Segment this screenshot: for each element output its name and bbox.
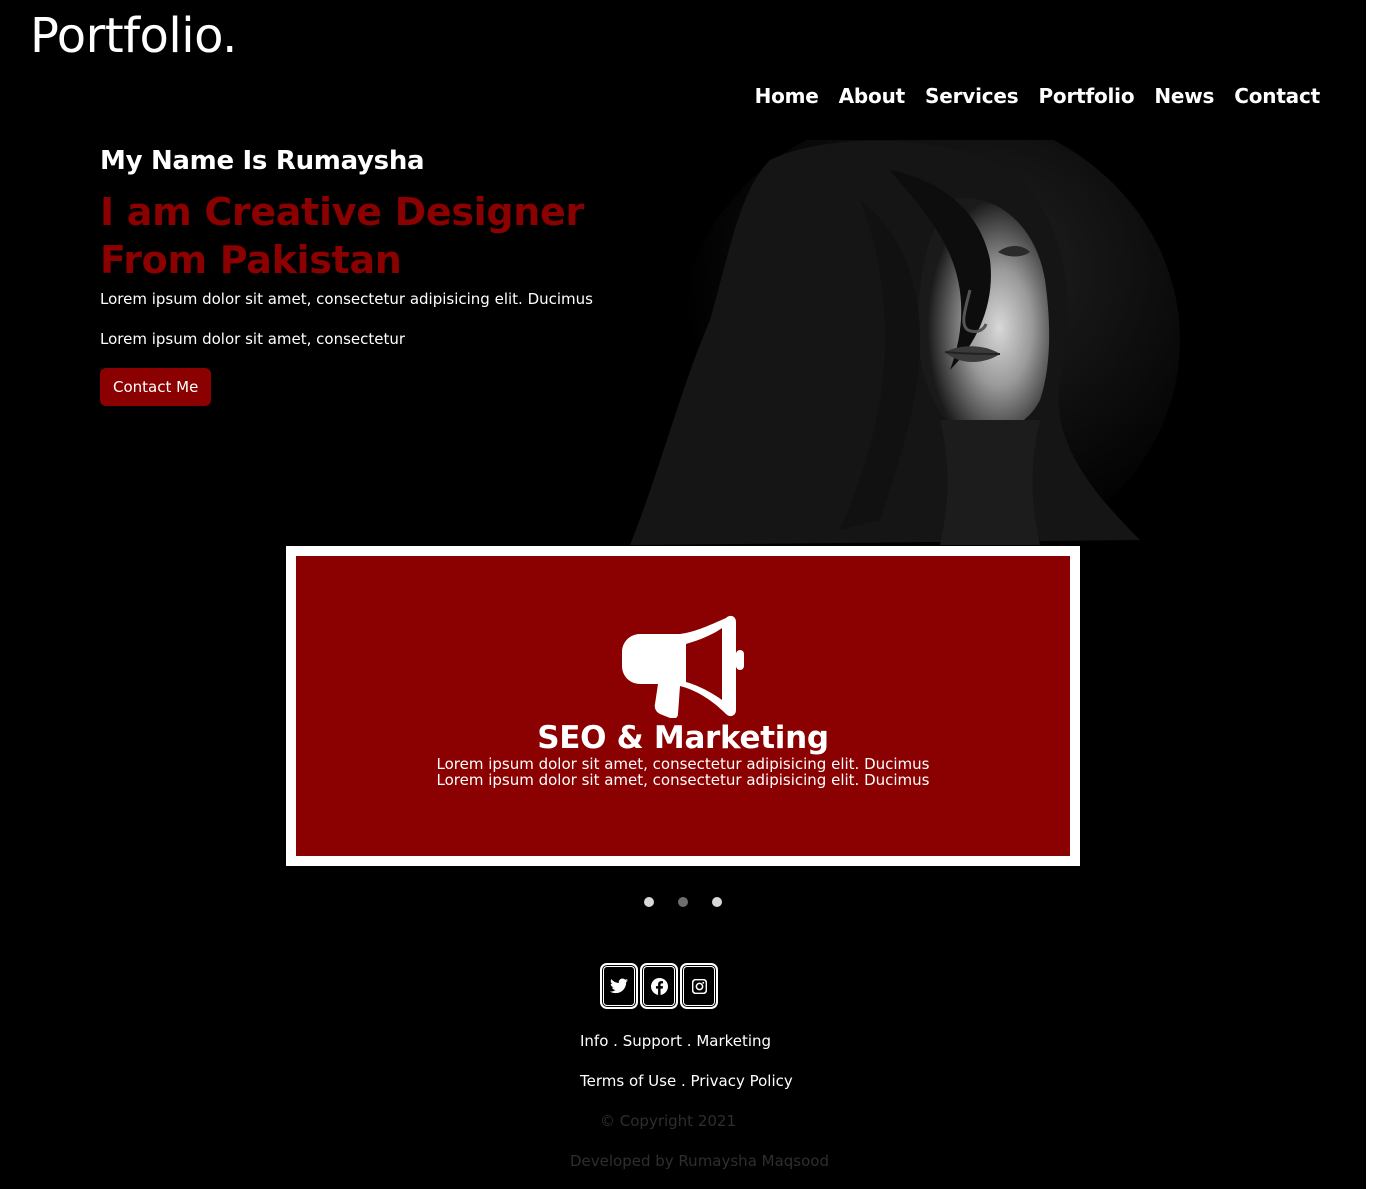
nav-contact[interactable]: Contact	[1234, 84, 1320, 108]
footer-link-support[interactable]: Support	[623, 1032, 682, 1050]
footer-link-marketing[interactable]: Marketing	[696, 1032, 771, 1050]
facebook-icon	[650, 977, 668, 995]
service-card-frame: SEO & Marketing Lorem ipsum dolor sit am…	[286, 546, 1080, 866]
carousel-dot-2[interactable]	[678, 897, 688, 907]
hero-title-line1: I am Creative Designer	[100, 190, 584, 234]
twitter-icon	[610, 978, 628, 994]
service-card: SEO & Marketing Lorem ipsum dolor sit am…	[296, 556, 1070, 856]
footer-separator: .	[682, 1032, 697, 1050]
hero-paragraph-1: Lorem ipsum dolor sit amet, consectetur …	[100, 290, 593, 308]
hero-title-line2: From Pakistan	[100, 238, 402, 282]
service-text-1: Lorem ipsum dolor sit amet, consectetur …	[436, 755, 930, 773]
twitter-button[interactable]	[600, 963, 638, 1009]
developer-credit: Developed by Rumaysha Maqsood	[570, 1152, 829, 1170]
carousel-indicators	[644, 897, 722, 907]
nav-portfolio[interactable]: Portfolio	[1038, 84, 1134, 108]
instagram-icon	[691, 978, 707, 994]
hero-section: My Name Is Rumaysha I am Creative Design…	[100, 146, 620, 406]
nav-news[interactable]: News	[1154, 84, 1214, 108]
footer-links-primary: Info . Support . Marketing	[580, 1032, 771, 1050]
facebook-button[interactable]	[640, 963, 678, 1009]
hero-title: I am Creative Designer From Pakistan	[100, 188, 620, 284]
portrait-photo	[620, 140, 1180, 545]
footer-separator: .	[608, 1032, 623, 1050]
footer-link-info[interactable]: Info	[580, 1032, 608, 1050]
copyright-text: © Copyright 2021	[600, 1112, 737, 1130]
footer-link-privacy[interactable]: Privacy Policy	[691, 1072, 793, 1090]
footer-link-terms[interactable]: Terms of Use	[580, 1072, 676, 1090]
nav-services[interactable]: Services	[925, 84, 1019, 108]
megaphone-icon	[622, 615, 744, 718]
service-title: SEO & Marketing	[537, 720, 829, 756]
nav-about[interactable]: About	[839, 84, 906, 108]
site-logo[interactable]: Portfolio.	[30, 8, 237, 64]
carousel-dot-1[interactable]	[644, 897, 654, 907]
footer-separator: .	[676, 1072, 691, 1090]
hero-name: My Name Is Rumaysha	[100, 146, 425, 176]
instagram-button[interactable]	[680, 963, 718, 1009]
hero-paragraph-2: Lorem ipsum dolor sit amet, consectetur	[100, 330, 406, 348]
service-text-2: Lorem ipsum dolor sit amet, consectetur …	[436, 771, 930, 789]
social-links	[600, 963, 718, 1009]
contact-me-button[interactable]: Contact Me	[100, 368, 212, 406]
carousel-dot-3[interactable]	[712, 897, 722, 907]
page: Portfolio. Home About Services Portfolio…	[0, 0, 1366, 1189]
footer-links-legal: Terms of Use . Privacy Policy	[580, 1072, 793, 1090]
main-nav: Home About Services Portfolio News Conta…	[755, 84, 1321, 108]
nav-home[interactable]: Home	[755, 84, 819, 108]
